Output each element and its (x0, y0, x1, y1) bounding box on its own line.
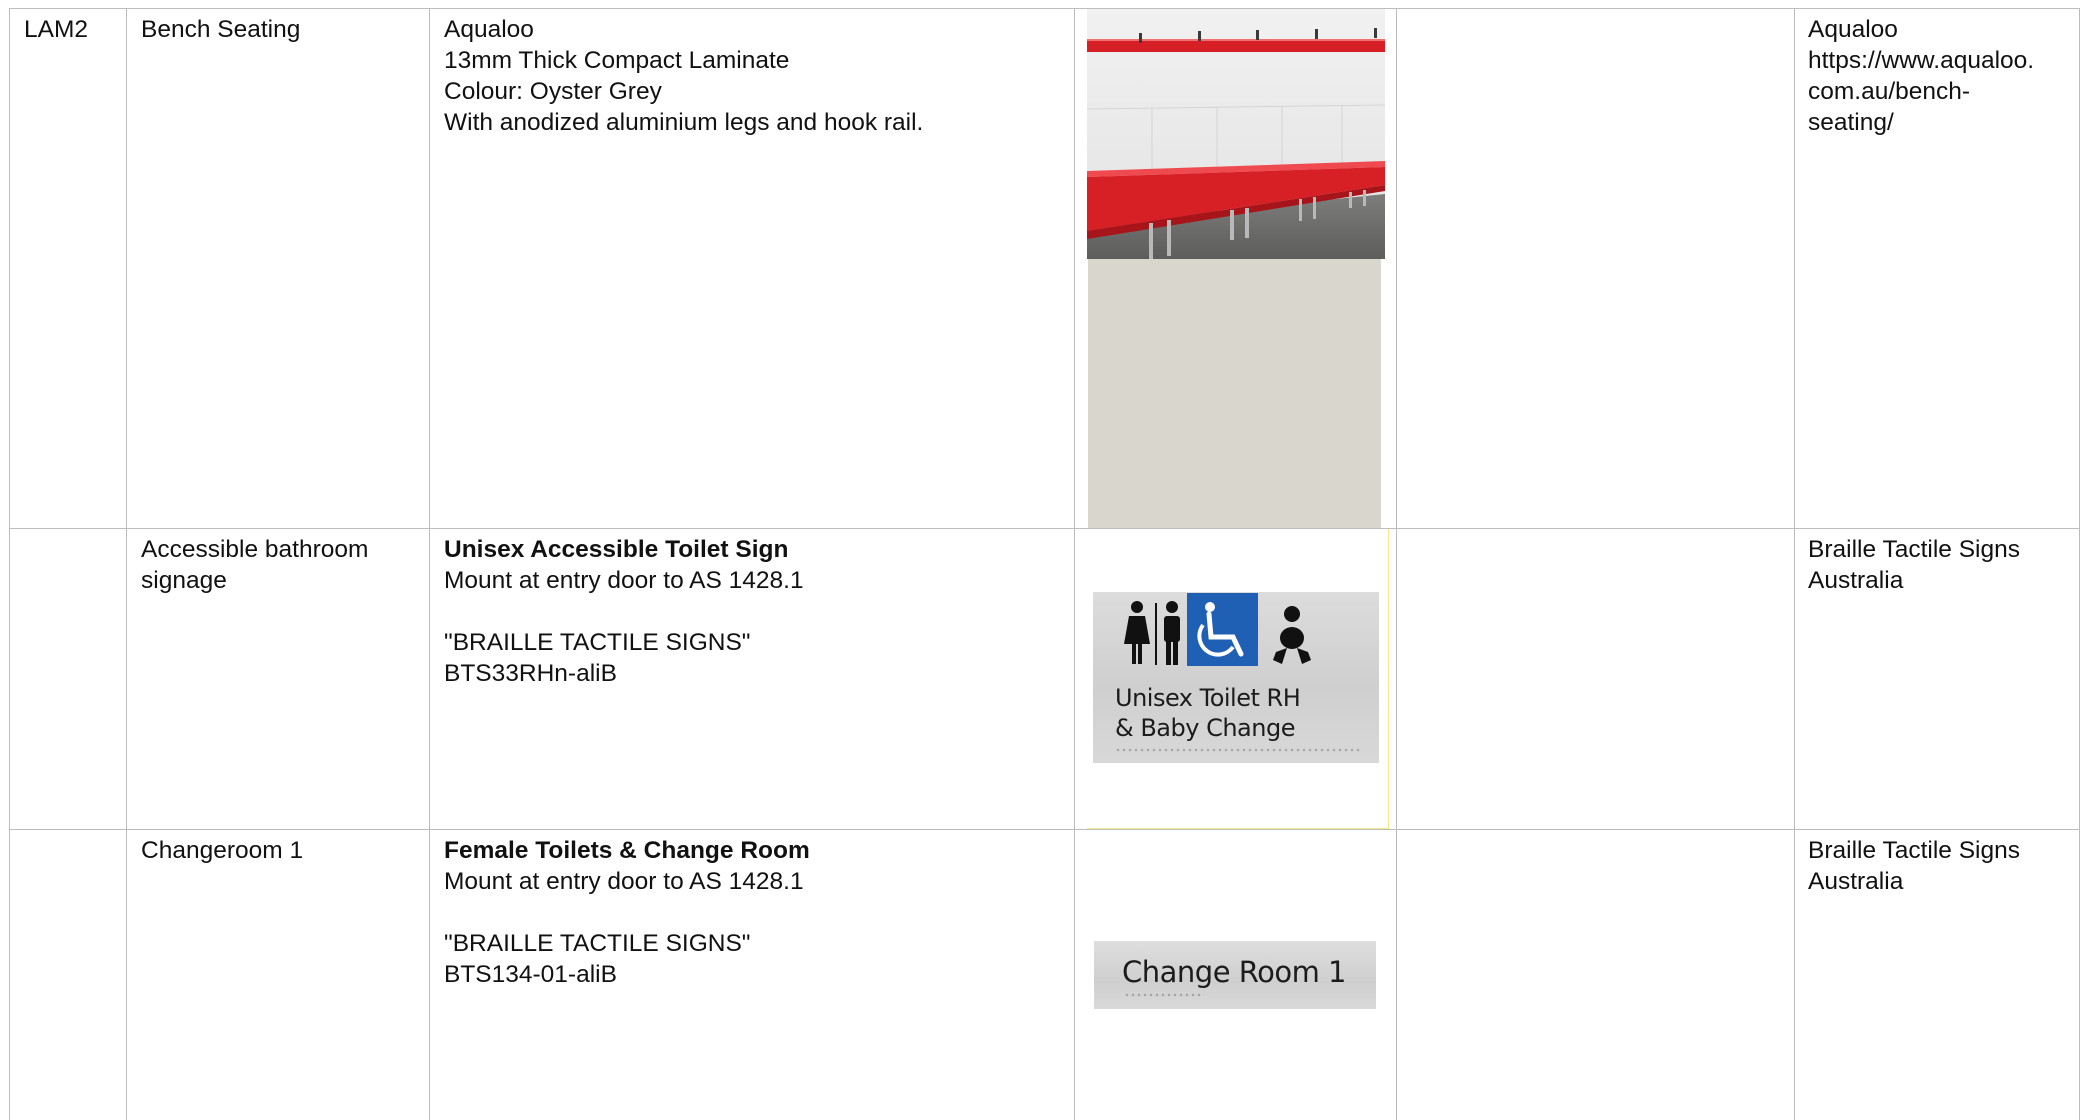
description-line (444, 897, 1060, 928)
item-code (24, 835, 112, 866)
notes-text (1411, 14, 1780, 45)
wheelchair-icon (1187, 593, 1258, 666)
description-line: Mount at entry door to AS 1428.1 (444, 866, 1060, 897)
bench-seating-photo (1087, 9, 1385, 259)
female-figure-icon (1124, 601, 1150, 664)
image-cell: Change Room 1 (1075, 830, 1397, 1120)
item-cell: Accessible bathroom signage (127, 529, 430, 830)
description-line: 13mm Thick Compact Laminate (444, 45, 1060, 76)
description-line: "BRAILLE TACTILE SIGNS" (444, 627, 1060, 658)
item-name: Accessible bathroom (141, 534, 415, 565)
description-cell: Unisex Accessible Toilet Sign Mount at e… (430, 529, 1075, 830)
unisex-toilet-sign: Unisex Toilet RH & Baby Change (1087, 529, 1389, 829)
notes-cell (1397, 830, 1795, 1120)
sign-line: Unisex Toilet RH (1115, 684, 1300, 712)
supplier-url-line[interactable]: seating/ (1808, 107, 2067, 138)
image-background (1088, 259, 1381, 528)
image-cell: Unisex Toilet RH & Baby Change (1075, 529, 1397, 830)
supplier-name: Australia (1808, 866, 2067, 897)
description-line: With anodized aluminium legs and hook ra… (444, 107, 1060, 138)
item-name: signage (141, 565, 415, 596)
description-title: Aqualoo (444, 14, 1060, 45)
schedule-table: LAM2 Bench Seating Aqualoo 13mm Thick Co… (9, 8, 2080, 1120)
item-cell: Bench Seating (127, 9, 430, 529)
braille-dots (1124, 993, 1204, 997)
description-cell: Aqualoo 13mm Thick Compact Laminate Colo… (430, 9, 1075, 529)
item-code (24, 534, 112, 565)
supplier-cell: Braille Tactile Signs Australia (1795, 830, 2080, 1120)
description-line: BTS134-01-aliB (444, 959, 1060, 990)
supplier-name: Braille Tactile Signs (1808, 534, 2067, 565)
description-line: Mount at entry door to AS 1428.1 (444, 565, 1060, 596)
supplier-cell: Aqualoo https://www.aqualoo. com.au/benc… (1795, 9, 2080, 529)
supplier-url-line[interactable]: com.au/bench- (1808, 76, 2067, 107)
supplier-name: Australia (1808, 565, 2067, 596)
image-cell (1075, 9, 1397, 529)
item-name: Bench Seating (141, 14, 415, 45)
male-figure-icon (1164, 601, 1180, 665)
supplier-name: Aqualoo (1808, 14, 2067, 45)
item-cell: Changeroom 1 (127, 830, 430, 1120)
description-line: Colour: Oyster Grey (444, 76, 1060, 107)
notes-cell (1397, 9, 1795, 529)
description-line: BTS33RHn-aliB (444, 658, 1060, 689)
notes-cell (1397, 529, 1795, 830)
notes-text (1411, 835, 1780, 866)
sign-line: & Baby Change (1115, 714, 1295, 742)
table-row: Changeroom 1 Female Toilets & Change Roo… (10, 830, 2080, 1120)
supplier-url-line[interactable]: https://www.aqualoo. (1808, 45, 2067, 76)
change-room-sign: Change Room 1 (1094, 941, 1376, 1009)
sign-line: Change Room 1 (1122, 955, 1346, 989)
description-title: Female Toilets & Change Room (444, 835, 1060, 866)
table-row: Accessible bathroom signage Unisex Acces… (10, 529, 2080, 830)
sign-plate: Unisex Toilet RH & Baby Change (1093, 592, 1379, 763)
braille-dots (1115, 748, 1361, 752)
notes-text (1411, 534, 1780, 565)
supplier-cell: Braille Tactile Signs Australia (1795, 529, 2080, 830)
description-line (444, 596, 1060, 627)
description-cell: Female Toilets & Change Room Mount at en… (430, 830, 1075, 1120)
baby-change-icon (1273, 606, 1311, 664)
item-code: LAM2 (24, 14, 112, 45)
code-cell: LAM2 (10, 9, 127, 529)
code-cell (10, 830, 127, 1120)
supplier-name: Braille Tactile Signs (1808, 835, 2067, 866)
code-cell (10, 529, 127, 830)
item-name: Changeroom 1 (141, 835, 415, 866)
table-row: LAM2 Bench Seating Aqualoo 13mm Thick Co… (10, 9, 2080, 529)
description-line: "BRAILLE TACTILE SIGNS" (444, 928, 1060, 959)
description-title: Unisex Accessible Toilet Sign (444, 534, 1060, 565)
